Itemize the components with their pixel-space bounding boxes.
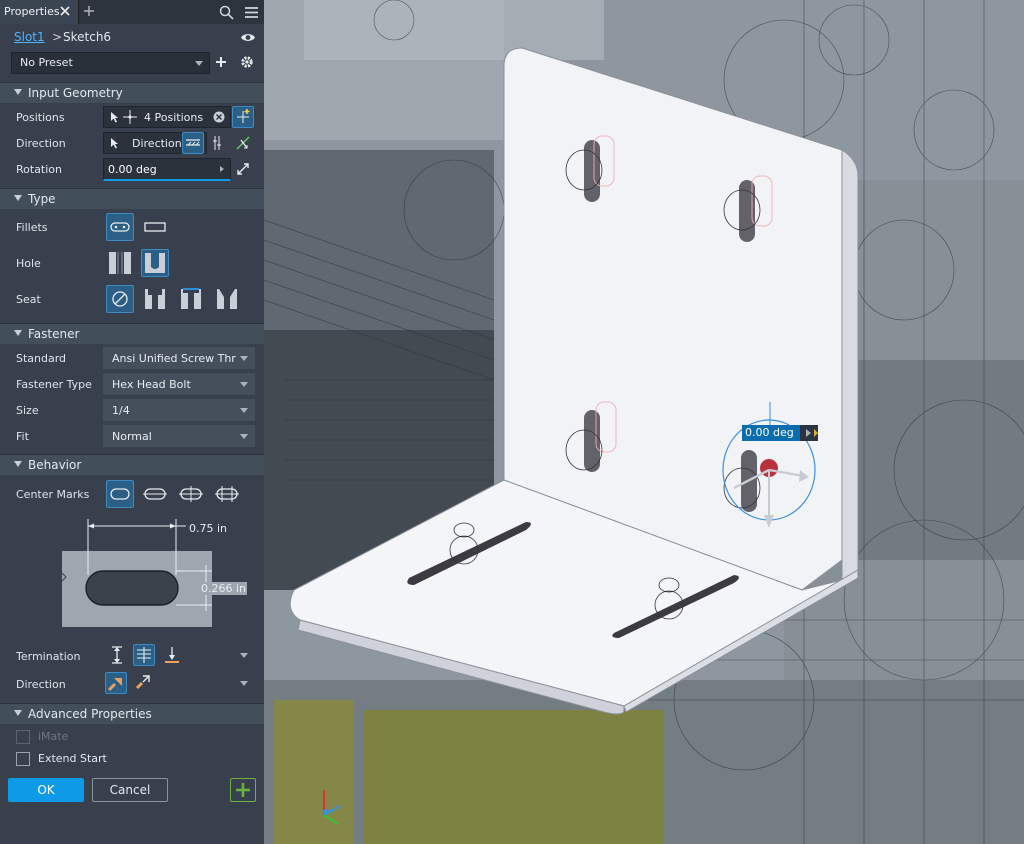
add-position-button[interactable] (232, 106, 254, 128)
add-tab-icon[interactable] (82, 4, 96, 18)
fillet-square-button[interactable] (141, 213, 169, 241)
section-type[interactable]: Type (0, 188, 264, 209)
center-mark-cross-button[interactable] (177, 480, 205, 508)
section-advanced-properties[interactable]: Advanced Properties (0, 703, 264, 724)
fit-dropdown[interactable]: Normal (103, 425, 255, 447)
seat-spotface-button[interactable] (177, 285, 205, 313)
chevron-down-icon (240, 408, 248, 413)
seat-none-button[interactable] (106, 285, 134, 313)
preset-dropdown[interactable]: No Preset (11, 52, 210, 74)
breadcrumb-separator: > (52, 30, 63, 44)
imate-checkbox (16, 730, 30, 744)
termination-chevron-icon[interactable] (240, 653, 248, 658)
menu-icon[interactable] (243, 4, 259, 20)
tab-title: Properties (4, 5, 60, 18)
collapse-caret-icon (14, 330, 22, 336)
center-mark-horizontal-button[interactable] (141, 480, 169, 508)
positions-label: Positions (16, 111, 65, 124)
rotation-input[interactable]: 0.00 deg (103, 158, 231, 181)
direction-default-button[interactable] (105, 672, 127, 694)
direction-chevron-icon[interactable] (240, 681, 248, 686)
direction-label: Direction (16, 137, 66, 150)
add-preset-icon[interactable] (214, 55, 228, 69)
tab-properties[interactable]: Properties (0, 0, 79, 24)
direction-align-button[interactable] (182, 132, 204, 154)
imate-label: iMate (38, 730, 69, 743)
pointer-icon (109, 136, 119, 150)
cancel-button[interactable]: Cancel (92, 778, 168, 802)
termination-label: Termination (16, 650, 81, 663)
flip-direction-icon[interactable] (210, 134, 224, 152)
termination-distance-icon[interactable] (107, 645, 127, 665)
3d-viewport[interactable]: 0.00 deg (264, 0, 1024, 844)
slot-height-dimension: 0.266 in (200, 582, 248, 595)
tooltip-flyout[interactable] (800, 425, 818, 441)
positions-selector[interactable]: 4 Positions (103, 106, 231, 128)
center-mark-full-button[interactable] (213, 480, 241, 508)
termination-to-icon[interactable] (162, 645, 182, 665)
chevron-down-icon (240, 356, 248, 361)
vector-direction-icon[interactable] (234, 134, 252, 152)
hole-through-button[interactable] (106, 249, 134, 277)
section-input-geometry[interactable]: Input Geometry (0, 82, 264, 103)
collapse-caret-icon (14, 89, 22, 95)
breadcrumb-sketch: Sketch6 (63, 30, 112, 44)
seat-label: Seat (16, 293, 41, 306)
search-icon[interactable] (218, 4, 234, 20)
point-crosshair-icon (123, 110, 137, 124)
fastener-type-dropdown[interactable]: Hex Head Bolt (103, 373, 255, 395)
size-dropdown[interactable]: 1/4 (103, 399, 255, 421)
seat-countersink-button[interactable] (213, 285, 241, 313)
direction-flipped-icon[interactable] (133, 672, 153, 692)
fillets-label: Fillets (16, 221, 48, 234)
close-icon[interactable] (58, 4, 72, 18)
size-label: Size (16, 404, 39, 417)
standard-dropdown[interactable]: Ansi Unified Screw Thre... (103, 347, 255, 369)
hole-label: Hole (16, 257, 41, 270)
rotation-label: Rotation (16, 163, 63, 176)
flyout-arrow-icon[interactable] (218, 165, 226, 173)
standard-label: Standard (16, 352, 67, 365)
section-behavior[interactable]: Behavior (0, 454, 264, 475)
center-mark-none-button[interactable] (106, 480, 134, 508)
fastener-type-label: Fastener Type (16, 378, 92, 391)
clear-selection-icon[interactable] (212, 110, 226, 124)
model-scene (264, 0, 1024, 844)
fit-label: Fit (16, 430, 29, 443)
chevron-down-icon (240, 382, 248, 387)
chevron-down-icon (240, 434, 248, 439)
extend-start-checkbox[interactable] (16, 752, 30, 766)
ok-button[interactable]: OK (8, 778, 84, 802)
fillet-rounded-button[interactable] (106, 213, 134, 241)
collapse-caret-icon (14, 461, 22, 467)
properties-panel: Properties Slot1 > Sketch6 No Preset Inp (0, 0, 264, 844)
breadcrumb-slot[interactable]: Slot1 (14, 30, 45, 44)
visibility-eye-icon[interactable] (240, 30, 256, 44)
slot-width-dimension: 0.75 in (189, 522, 228, 535)
rotate-direction-icon[interactable] (234, 160, 252, 178)
chevron-down-icon (195, 61, 203, 66)
collapse-caret-icon (14, 710, 22, 716)
behavior-direction-label: Direction (16, 678, 66, 691)
collapse-caret-icon (14, 195, 22, 201)
hole-blind-button[interactable] (141, 249, 169, 277)
seat-counterbore-button[interactable] (141, 285, 169, 313)
gear-icon[interactable] (239, 54, 255, 70)
apply-add-button[interactable] (230, 778, 256, 802)
center-marks-label: Center Marks (16, 488, 90, 501)
section-fastener[interactable]: Fastener (0, 323, 264, 344)
termination-through-all-button[interactable] (133, 644, 155, 666)
tab-bar: Properties (0, 0, 264, 24)
rotation-value-tooltip[interactable]: 0.00 deg (742, 425, 818, 441)
pointer-icon (109, 110, 119, 124)
extend-start-label: Extend Start (38, 752, 107, 765)
